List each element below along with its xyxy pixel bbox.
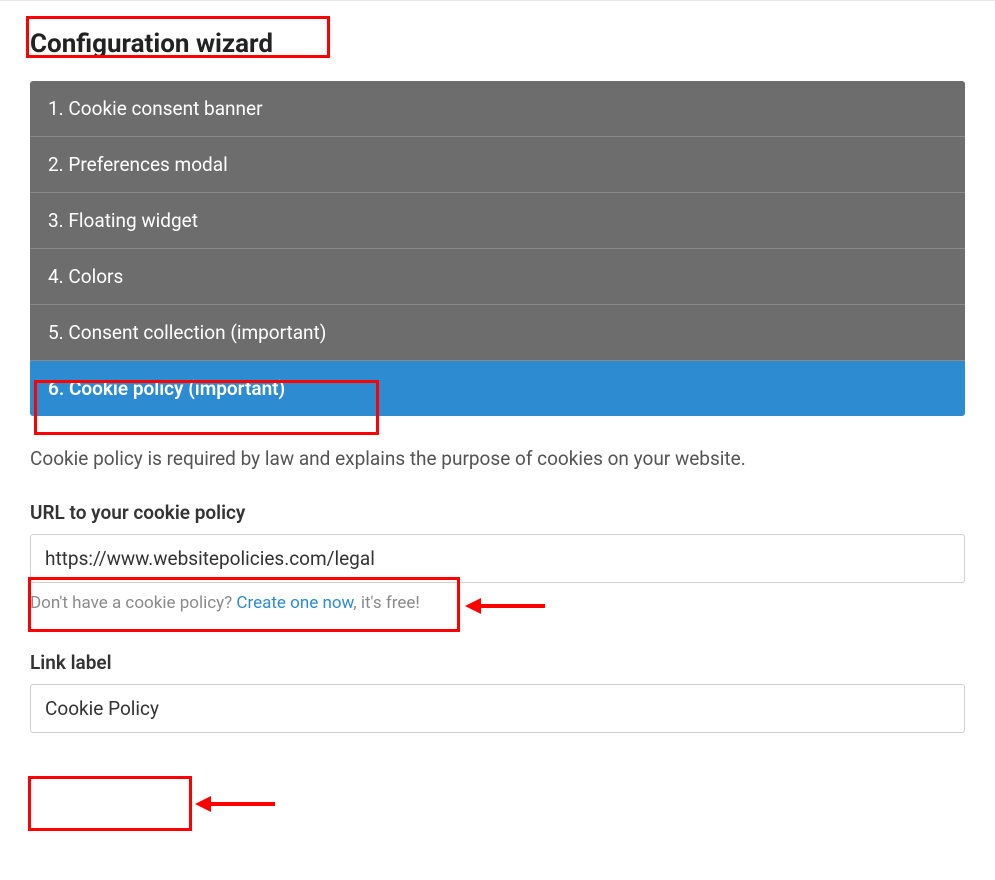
step-consent-collection[interactable]: 5. Consent collection (important) xyxy=(30,305,965,361)
step-cookie-consent-banner[interactable]: 1. Cookie consent banner xyxy=(30,81,965,137)
step-label: 2. Preferences modal xyxy=(48,153,228,176)
step-label: 5. Consent collection (important) xyxy=(48,321,326,344)
link-label-heading: Link label xyxy=(30,651,965,674)
step-label: 1. Cookie consent banner xyxy=(48,97,263,120)
step-colors[interactable]: 4. Colors xyxy=(30,249,965,305)
panel-description: Cookie policy is required by law and exp… xyxy=(30,446,965,473)
step-floating-widget[interactable]: 3. Floating widget xyxy=(30,193,965,249)
link-label-input[interactable] xyxy=(30,684,965,733)
hint-suffix: , it's free! xyxy=(353,593,419,613)
cookie-policy-url-input[interactable] xyxy=(30,534,965,583)
page-title: Configuration wizard xyxy=(30,25,281,63)
step-cookie-policy[interactable]: 6. Cookie policy (important) xyxy=(30,361,965,416)
step-label: 3. Floating widget xyxy=(48,209,198,232)
hint-prefix: Don't have a cookie policy? xyxy=(30,593,236,613)
cookie-policy-panel: Cookie policy is required by law and exp… xyxy=(30,416,965,733)
url-hint: Don't have a cookie policy? Create one n… xyxy=(30,593,965,613)
step-label: 6. Cookie policy (important) xyxy=(48,377,285,400)
step-label: 4. Colors xyxy=(48,265,123,288)
url-field-label: URL to your cookie policy xyxy=(30,501,965,524)
field-group-url: URL to your cookie policy Don't have a c… xyxy=(30,501,965,613)
create-policy-link[interactable]: Create one now xyxy=(236,593,353,613)
annotation-highlight-link-label-input xyxy=(28,776,192,831)
step-preferences-modal[interactable]: 2. Preferences modal xyxy=(30,137,965,193)
field-group-link-label: Link label xyxy=(30,651,965,733)
annotation-arrow-link-label xyxy=(195,789,275,819)
wizard-accordion: 1. Cookie consent banner 2. Preferences … xyxy=(30,81,965,416)
